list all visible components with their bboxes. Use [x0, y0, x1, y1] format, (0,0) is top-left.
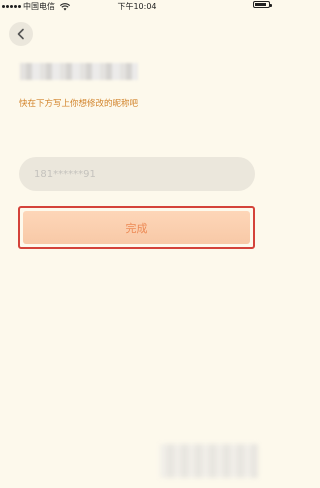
watermark	[160, 444, 258, 478]
hint-text: 快在下方写上你想修改的昵称吧	[19, 99, 139, 109]
status-right	[253, 1, 272, 8]
done-highlight: 完成	[18, 206, 255, 249]
done-button[interactable]: 完成	[23, 211, 250, 244]
battery-icon	[253, 1, 272, 8]
blurred-current-nickname	[20, 63, 138, 80]
nickname-input[interactable]	[19, 157, 255, 191]
status-time: 下午10:04	[117, 2, 157, 11]
chevron-left-icon	[17, 28, 24, 40]
back-button[interactable]	[9, 22, 33, 46]
status-bar: 中国电信 下午10:04	[0, 0, 274, 12]
